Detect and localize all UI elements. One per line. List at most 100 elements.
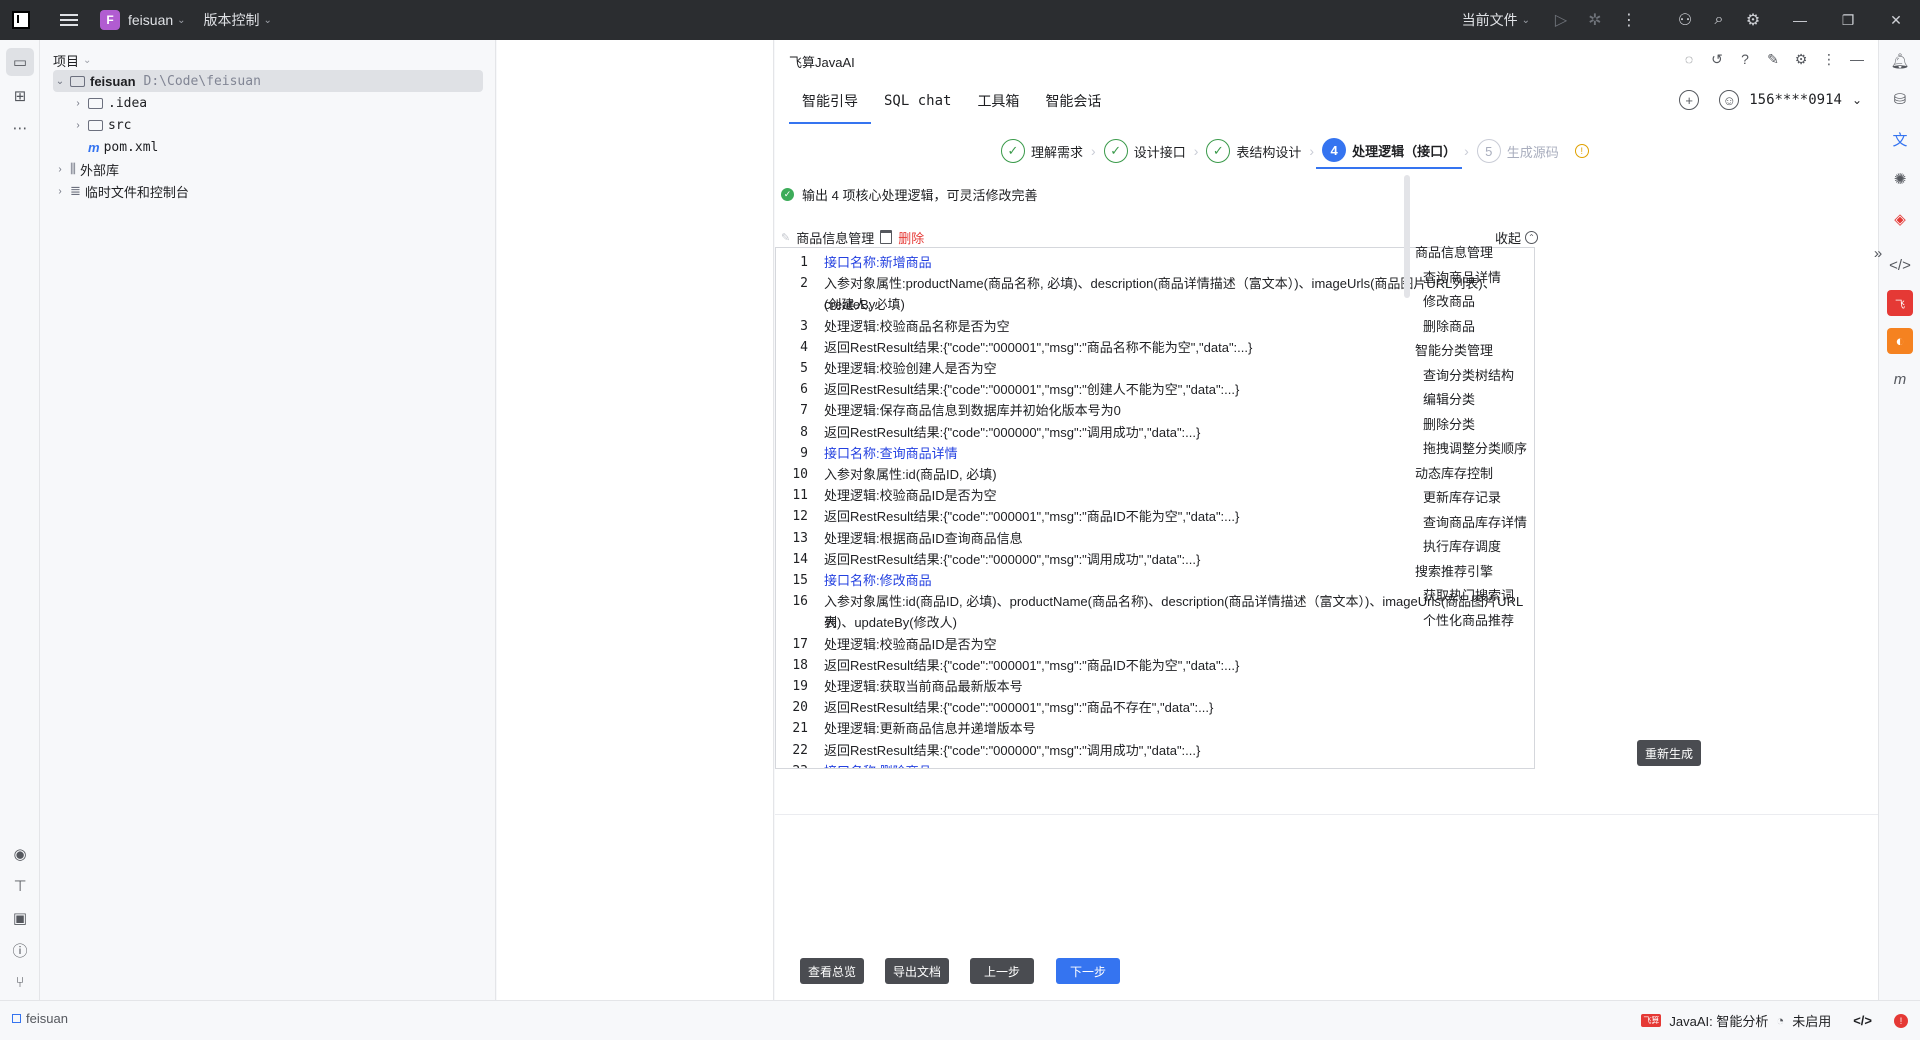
logic-code-editor[interactable]: 1 接口名称:新增商品 2 入参对象属性:productName(商品名称, 必填)、…: [775, 247, 1535, 769]
user-avatar-icon[interactable]: ☺: [1719, 90, 1740, 110]
code-line[interactable]: 4 返回RestResult结果:{"code":"000001","msg":"…: [776, 337, 1252, 358]
step-generate-source[interactable]: 5 生成源码: [1471, 133, 1565, 169]
settings-icon[interactable]: ⚙: [1790, 48, 1812, 70]
services-icon[interactable]: ◉: [6, 840, 34, 868]
code-line[interactable]: 7 处理逻辑:保存商品信息到数据库并初始化版本号为0: [776, 400, 1121, 421]
tab-toolbox[interactable]: 工具箱: [964, 90, 1032, 124]
plugin-icon[interactable]: ◐: [1887, 328, 1913, 354]
prev-step-button[interactable]: 上一步: [970, 958, 1035, 984]
more-actions-icon[interactable]: ⋮: [1612, 0, 1646, 40]
outline-item[interactable]: 拖拽调整分类顺序: [1423, 438, 1527, 457]
structure-icon[interactable]: ⊞: [6, 82, 34, 110]
regenerate-button[interactable]: 重新生成: [1637, 740, 1702, 766]
overview-button[interactable]: 查看总览: [800, 958, 865, 984]
translate-icon[interactable]: 文: [1887, 126, 1913, 152]
tab-smart-guide[interactable]: 智能引导: [789, 90, 871, 124]
code-line[interactable]: 11 处理逻辑:校验商品ID是否为空: [776, 485, 996, 506]
code-line[interactable]: 1 接口名称:新增商品: [776, 252, 931, 273]
outline-group[interactable]: 动态库存控制: [1415, 463, 1493, 482]
feisuan-icon[interactable]: 飞: [1887, 290, 1913, 316]
code-icon[interactable]: </>: [1853, 1013, 1872, 1028]
outline-item[interactable]: 修改商品: [1423, 291, 1475, 310]
tree-row-root[interactable]: ⌄ feisuan D:\Code\feisuan: [53, 70, 483, 92]
code-line[interactable]: 8 返回RestResult结果:{"code":"000000","msg":"…: [776, 422, 1200, 443]
debug-icon[interactable]: ✲: [1578, 0, 1612, 40]
project-folder-icon[interactable]: ▭: [6, 48, 34, 76]
restore-icon[interactable]: ❐: [1824, 0, 1872, 40]
outline-item[interactable]: 删除商品: [1423, 316, 1475, 335]
code-line[interactable]: 22 返回RestResult结果:{"code":"000000","msg":…: [776, 740, 1200, 761]
code-icon[interactable]: </>: [1887, 252, 1913, 278]
database-icon[interactable]: ⛁: [1887, 86, 1913, 112]
code-line[interactable]: 3 处理逻辑:校验商品名称是否为空: [776, 316, 1009, 337]
outline-item[interactable]: 执行库存调度: [1423, 536, 1501, 555]
help-icon[interactable]: ?: [1734, 48, 1756, 70]
main-menu-icon[interactable]: [60, 14, 78, 26]
outline-item[interactable]: 编辑分类: [1423, 389, 1475, 408]
chevron-right-icon[interactable]: ›: [71, 98, 85, 109]
tree-row-scratches[interactable]: › ≣ 临时文件和控制台: [53, 180, 189, 202]
build-icon[interactable]: ⊤: [6, 872, 34, 900]
history-icon[interactable]: ↺: [1706, 48, 1728, 70]
outline-item[interactable]: 获取热门搜索词: [1423, 585, 1514, 604]
outline-item[interactable]: 查询分类树结构: [1423, 365, 1514, 384]
package-icon[interactable]: ◈: [1887, 206, 1913, 232]
project-badge[interactable]: F: [100, 10, 120, 30]
error-icon[interactable]: !: [1894, 1013, 1908, 1028]
tree-row-pom[interactable]: m pom.xml: [85, 136, 158, 158]
edit-icon[interactable]: ✎: [1762, 48, 1784, 70]
outline-scrollbar[interactable]: [1404, 175, 1410, 298]
code-line[interactable]: 13 处理逻辑:根据商品ID查询商品信息: [776, 528, 1022, 549]
maven-icon[interactable]: m: [1887, 366, 1913, 392]
add-icon[interactable]: +: [1679, 90, 1700, 110]
code-line[interactable]: 21 处理逻辑:更新商品信息并递增版本号: [776, 718, 1035, 739]
code-line[interactable]: 9 接口名称:查询商品详情: [776, 443, 957, 464]
close-icon[interactable]: ✕: [1872, 0, 1920, 40]
terminal-icon[interactable]: ▣: [6, 904, 34, 932]
collapse-toggle[interactable]: 收起 ⌃: [1495, 228, 1538, 247]
tree-row-idea[interactable]: › .idea: [71, 92, 147, 114]
outline-item[interactable]: 更新库存记录: [1423, 487, 1501, 506]
code-line[interactable]: 16 入参对象属性:id(商品ID, 必填)、productName(商品名称)、…: [776, 591, 1523, 630]
chevron-right-icon[interactable]: ›: [71, 120, 85, 131]
tree-row-src[interactable]: › src: [71, 114, 131, 136]
chevron-down-icon[interactable]: ⌄: [53, 76, 67, 87]
outline-group[interactable]: 智能分类管理: [1415, 340, 1493, 359]
ai-state-text[interactable]: 未启用: [1792, 1011, 1831, 1030]
code-line[interactable]: 2 入参对象属性:productName(商品名称, 必填)、descriptio…: [776, 273, 1496, 312]
step-understand-requirements[interactable]: ✓ 理解需求: [995, 133, 1089, 169]
code-line[interactable]: 10 入参对象属性:id(商品ID, 必填): [776, 464, 996, 485]
code-line[interactable]: 14 返回RestResult结果:{"code":"000000","msg":…: [776, 549, 1200, 570]
code-line[interactable]: 20 返回RestResult结果:{"code":"000001","msg":…: [776, 697, 1213, 718]
export-doc-button[interactable]: 导出文档: [885, 958, 950, 984]
code-line[interactable]: 18 返回RestResult结果:{"code":"000001","msg":…: [776, 655, 1239, 676]
delete-link[interactable]: 删除: [898, 228, 924, 247]
tab-sql-chat[interactable]: SQL chat: [871, 90, 964, 124]
code-line[interactable]: 6 返回RestResult结果:{"code":"000001","msg":"…: [776, 379, 1239, 400]
run-icon[interactable]: ▷: [1544, 0, 1578, 40]
outline-group[interactable]: 搜索推荐引擎: [1415, 561, 1493, 580]
palette-icon[interactable]: ◌: [1678, 48, 1700, 70]
code-line[interactable]: 17 处理逻辑:校验商品ID是否为空: [776, 634, 996, 655]
outline-item[interactable]: 查询商品详情: [1423, 267, 1501, 286]
outline-item[interactable]: 查询商品库存详情: [1423, 512, 1527, 531]
chevron-down-icon[interactable]: ⌄: [1852, 93, 1862, 107]
step-table-design[interactable]: ✓ 表结构设计: [1200, 133, 1307, 169]
warning-icon[interactable]: !: [1574, 144, 1589, 158]
code-line[interactable]: 5 处理逻辑:校验创建人是否为空: [776, 358, 996, 379]
outline-item[interactable]: 个性化商品推荐: [1423, 610, 1514, 629]
next-step-button[interactable]: 下一步: [1056, 958, 1121, 984]
status-project[interactable]: feisuan: [12, 1011, 68, 1026]
problems-icon[interactable]: ⓘ: [6, 936, 34, 964]
minimize-panel-icon[interactable]: —: [1846, 48, 1868, 70]
more-tools-icon[interactable]: ⋯: [6, 114, 34, 142]
project-switcher[interactable]: feisuan ⌄: [128, 12, 186, 28]
ai-assistant-icon[interactable]: ✺: [1887, 166, 1913, 192]
vcs-menu[interactable]: 版本控制 ⌄: [204, 10, 272, 30]
tree-row-external-libs[interactable]: › ⫼ 外部库: [53, 158, 119, 180]
code-line[interactable]: 19 处理逻辑:获取当前商品最新版本号: [776, 676, 1022, 697]
search-icon[interactable]: ⌕: [1702, 0, 1736, 40]
trash-icon[interactable]: [880, 230, 893, 244]
more-options-icon[interactable]: ⋮: [1818, 48, 1840, 70]
step-process-logic[interactable]: 4 处理逻辑（接口）: [1316, 133, 1463, 169]
